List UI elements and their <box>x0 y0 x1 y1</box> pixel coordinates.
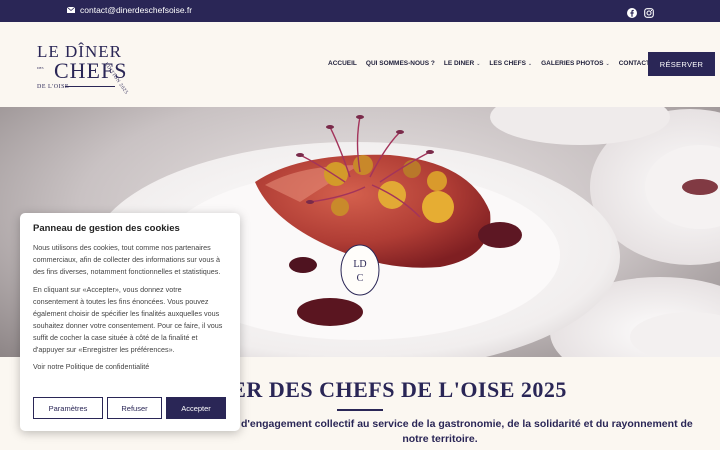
svg-text:C: C <box>357 273 364 284</box>
hero-badge-text: LD <box>353 259 366 270</box>
top-bar: contact@dinerdeschefsoise.fr <box>0 0 720 22</box>
contact-email: contact@dinerdeschefsoise.fr <box>80 5 193 15</box>
cookie-accept-button[interactable]: Accepter <box>166 397 226 419</box>
logo-rule <box>65 86 115 87</box>
logo-line3: DE L'OISE <box>37 84 70 90</box>
cookie-consent-panel: Panneau de gestion des cookies Nous util… <box>20 213 240 431</box>
reserve-button[interactable]: RÉSERVER <box>648 52 715 76</box>
nav-item-le-diner[interactable]: LE DINER ⌄ <box>444 60 481 67</box>
privacy-policy-link[interactable]: Voir notre Politique de confidentialité <box>33 362 227 371</box>
page-subtitle: Neuf mois d'engagement collectif au serv… <box>187 418 693 445</box>
contact-email-link[interactable]: contact@dinerdeschefsoise.fr <box>67 5 192 15</box>
chevron-down-icon: ⌄ <box>605 60 610 67</box>
mail-icon <box>67 7 75 13</box>
nav-item-galeries-photos[interactable]: GALERIES PHOTOS ⌄ <box>541 60 610 67</box>
nav-item-qui-sommes-nous[interactable]: QUI SOMMES-NOUS ? <box>366 60 435 67</box>
cookie-panel-title: Panneau de gestion des cookies <box>33 223 180 234</box>
social-links <box>627 5 654 18</box>
main-nav: ACCUEIL QUI SOMMES-NOUS ? LE DINER ⌄ LES… <box>328 60 650 67</box>
site-logo[interactable]: LE DÎNER DES CHEFS DE L'OISE EDITION 202… <box>37 40 137 96</box>
cookie-refuse-button[interactable]: Refuser <box>107 397 162 419</box>
nav-item-contact[interactable]: CONTACT <box>619 60 650 67</box>
chevron-down-icon: ⌄ <box>476 60 481 67</box>
title-divider <box>337 409 383 411</box>
logo-small: DES <box>37 66 44 70</box>
cookie-text-2: En cliquant sur «Accepter», vous donnez … <box>33 285 223 354</box>
nav-item-les-chefs[interactable]: LES CHEFS ⌄ <box>489 60 532 67</box>
chevron-down-icon: ⌄ <box>527 60 533 67</box>
cookie-buttons: Paramètres Refuser Accepter <box>33 397 226 419</box>
cookie-settings-button[interactable]: Paramètres <box>33 397 103 419</box>
site-header: LE DÎNER DES CHEFS DE L'OISE EDITION 202… <box>0 22 720 107</box>
cookie-text-1: Nous utilisons des cookies, tout comme n… <box>33 243 221 276</box>
instagram-icon[interactable] <box>644 5 654 18</box>
nav-item-accueil[interactable]: ACCUEIL <box>328 60 357 67</box>
facebook-icon[interactable] <box>627 5 637 18</box>
